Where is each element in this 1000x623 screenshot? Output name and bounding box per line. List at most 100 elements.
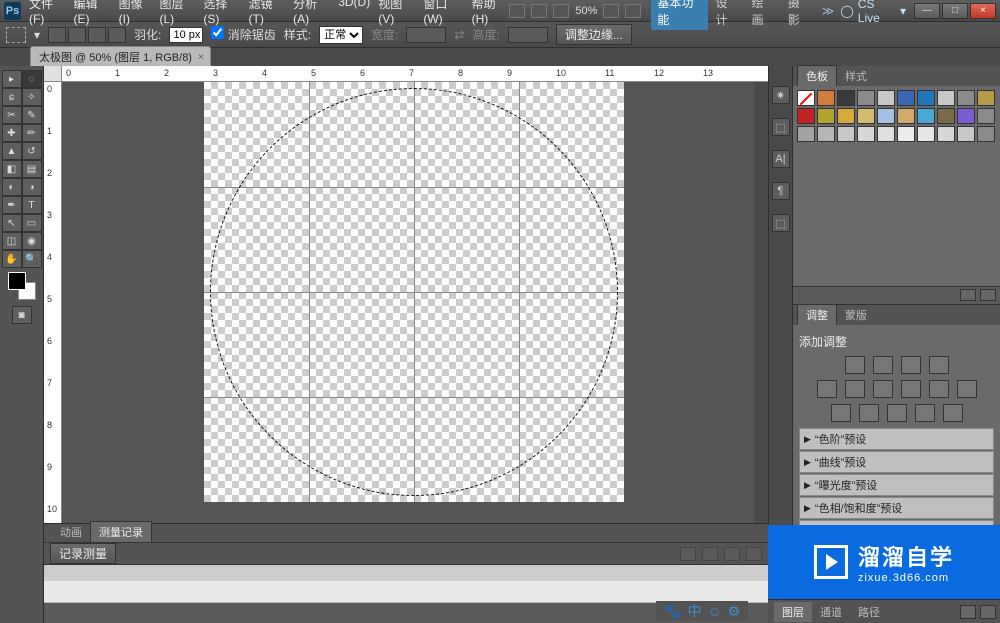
dodge-tool[interactable]: ◑ xyxy=(22,178,42,196)
swatch-18[interactable] xyxy=(957,108,975,124)
antialias-checkbox[interactable]: 消除锯齿 xyxy=(211,26,275,43)
swatches-new-icon[interactable] xyxy=(960,289,976,301)
stamp-tool[interactable]: ▲ xyxy=(2,142,22,160)
swatch-3[interactable] xyxy=(857,90,875,106)
tab-measurement-log[interactable]: 测量记录 xyxy=(90,521,152,542)
tab-paths[interactable]: 路径 xyxy=(850,602,888,622)
adjust-preset[interactable]: ▶“色相/饱和度”预设 xyxy=(799,497,994,519)
color-swatches[interactable] xyxy=(8,272,36,300)
marquee-tool[interactable]: ◌ xyxy=(22,70,42,88)
swatch-19[interactable] xyxy=(977,108,995,124)
tab-layers[interactable]: 图层 xyxy=(774,602,812,622)
menu-file[interactable]: 文件(F) xyxy=(29,0,66,26)
ime-icon-3[interactable]: ☺ xyxy=(707,603,721,619)
swatch-2[interactable] xyxy=(837,90,855,106)
document-tab[interactable]: 太极图 @ 50% (图层 1, RGB/8) × xyxy=(30,46,211,66)
shape-tool[interactable]: ▭ xyxy=(22,214,42,232)
hand-tool[interactable]: ✋ xyxy=(2,250,22,268)
dock-clone-icon[interactable]: ⬚ xyxy=(772,214,790,232)
adjust-icon[interactable] xyxy=(845,380,865,398)
swatch-8[interactable] xyxy=(957,90,975,106)
menu-analysis[interactable]: 分析(A) xyxy=(293,0,330,26)
healing-tool[interactable]: ✚ xyxy=(2,124,22,142)
ime-icon-1[interactable]: 🐾 xyxy=(664,603,681,620)
swatch-5[interactable] xyxy=(897,90,915,106)
swatch-27[interactable] xyxy=(937,126,955,142)
lasso-tool[interactable]: ɕ xyxy=(2,88,22,106)
menu-image[interactable]: 图像(I) xyxy=(119,0,152,26)
swatch-9[interactable] xyxy=(977,90,995,106)
view-extras-icon[interactable] xyxy=(553,4,569,18)
tab-styles[interactable]: 样式 xyxy=(837,66,875,86)
swatch-10[interactable] xyxy=(797,108,815,124)
launch-minibridge-icon[interactable] xyxy=(531,4,547,18)
meas-trash-icon[interactable] xyxy=(746,547,762,561)
menu-help[interactable]: 帮助(H) xyxy=(472,0,510,26)
adjust-icon[interactable] xyxy=(901,356,921,374)
refine-edge-button[interactable]: 调整边缘... xyxy=(556,24,632,45)
adjust-preset[interactable]: ▶“曝光度”预设 xyxy=(799,474,994,496)
ime-icon-4[interactable]: ⚙ xyxy=(728,603,741,620)
quickmask-toggle[interactable]: ◙ xyxy=(12,306,32,324)
swatch-23[interactable] xyxy=(857,126,875,142)
dock-character-icon[interactable]: A| xyxy=(772,150,790,168)
swatch-4[interactable] xyxy=(877,90,895,106)
swatch-14[interactable] xyxy=(877,108,895,124)
tool-preset-icon[interactable] xyxy=(6,27,26,43)
swatch-17[interactable] xyxy=(937,108,955,124)
quick-select-tool[interactable]: ✧ xyxy=(22,88,42,106)
workspace-more-icon[interactable]: ≫ xyxy=(822,4,835,18)
swatch-1[interactable] xyxy=(817,90,835,106)
eyedropper-tool[interactable]: ✎ xyxy=(22,106,42,124)
swatch-12[interactable] xyxy=(837,108,855,124)
pen-tool[interactable]: ✒ xyxy=(2,196,22,214)
window-minimize-button[interactable]: — xyxy=(914,3,940,19)
close-tab-icon[interactable]: × xyxy=(198,52,204,63)
adjust-icon[interactable] xyxy=(943,404,963,422)
layers-icon-1[interactable] xyxy=(960,605,976,619)
adjust-icon[interactable] xyxy=(817,380,837,398)
swatch-22[interactable] xyxy=(837,126,855,142)
adjust-icon[interactable] xyxy=(901,380,921,398)
chevron-down-icon[interactable]: ▾ xyxy=(34,28,40,42)
adjust-icon[interactable] xyxy=(845,356,865,374)
workspace-tab-design[interactable]: 设计 xyxy=(710,0,744,30)
swatch-15[interactable] xyxy=(897,108,915,124)
dock-histogram-icon[interactable]: ⬚ xyxy=(772,118,790,136)
tab-masks[interactable]: 蒙版 xyxy=(837,305,875,325)
window-close-button[interactable]: × xyxy=(970,3,996,19)
selection-new-icon[interactable] xyxy=(48,27,66,43)
blur-tool[interactable]: ◐ xyxy=(2,178,22,196)
swatches-trash-icon[interactable] xyxy=(980,289,996,301)
adjust-icon[interactable] xyxy=(831,404,851,422)
move-tool[interactable]: ▸ xyxy=(2,70,22,88)
menu-3d[interactable]: 3D(D) xyxy=(338,0,370,26)
menu-view[interactable]: 视图(V) xyxy=(378,0,415,26)
3d-tool[interactable]: ◫ xyxy=(2,232,22,250)
record-measurement-button[interactable]: 记录测量 xyxy=(50,543,116,564)
workspace-tab-photography[interactable]: 摄影 xyxy=(782,0,816,30)
meas-row[interactable] xyxy=(44,581,768,603)
launch-bridge-icon[interactable] xyxy=(509,4,525,18)
swatch-13[interactable] xyxy=(857,108,875,124)
swatch-7[interactable] xyxy=(937,90,955,106)
adjust-preset[interactable]: ▶“色阶”预设 xyxy=(799,428,994,450)
adjust-icon[interactable] xyxy=(859,404,879,422)
adjust-preset[interactable]: ▶“曲线”预设 xyxy=(799,451,994,473)
ime-icon-2[interactable]: 中 xyxy=(687,601,701,621)
swatch-28[interactable] xyxy=(957,126,975,142)
selection-intersect-icon[interactable] xyxy=(108,27,126,43)
ruler-origin[interactable] xyxy=(44,66,62,82)
swatch-24[interactable] xyxy=(877,126,895,142)
adjust-icon[interactable] xyxy=(873,356,893,374)
meas-icon-3[interactable] xyxy=(724,547,740,561)
ruler-vertical[interactable]: 012345678910 xyxy=(44,82,62,569)
swatch-26[interactable] xyxy=(917,126,935,142)
zoom-tool[interactable]: 🔍 xyxy=(22,250,42,268)
ruler-horizontal[interactable]: 012345678910111213 xyxy=(62,66,768,82)
history-brush-tool[interactable]: ↺ xyxy=(22,142,42,160)
zoom-level-dropdown[interactable]: 50% xyxy=(575,5,597,17)
path-select-tool[interactable]: ↖ xyxy=(2,214,22,232)
cslive-button[interactable]: ◯ CS Live ▾ xyxy=(840,0,906,25)
layers-icon-2[interactable] xyxy=(980,605,996,619)
